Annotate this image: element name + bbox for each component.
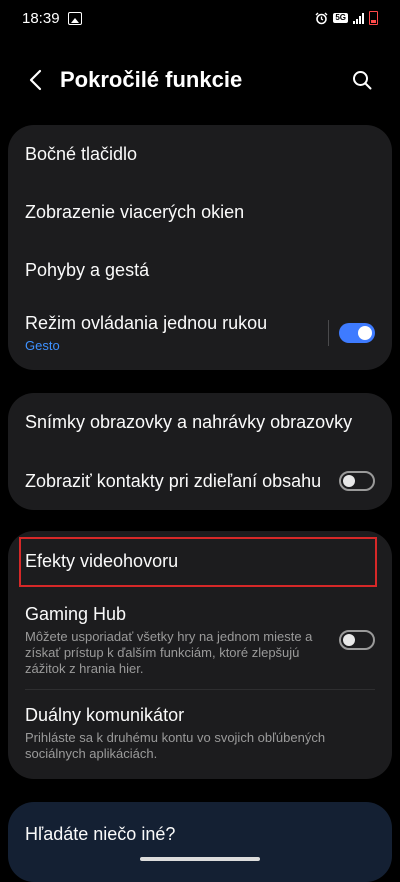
header: Pokročilé funkcie: [0, 58, 400, 102]
show-contacts-toggle[interactable]: [339, 470, 375, 491]
item-label: Duálny komunikátor: [25, 705, 185, 725]
signal-icon: [353, 12, 364, 24]
gaming-hub-toggle[interactable]: [339, 630, 375, 650]
item-motions-gestures[interactable]: Pohyby a gestá: [8, 241, 392, 299]
item-description: Môžete usporiadať všetky hry na jednom m…: [25, 629, 313, 676]
settings-group-2: Snímky obrazovky a nahrávky obrazovky Zo…: [8, 393, 392, 510]
item-label: Zobrazenie viacerých okien: [25, 202, 245, 222]
item-label: Režim ovládania jednou rukou: [25, 313, 268, 333]
back-button[interactable]: [14, 58, 58, 102]
item-label: Gaming Hub: [25, 604, 127, 624]
item-side-button[interactable]: Bočné tlačidlo: [8, 125, 392, 183]
one-handed-mode-toggle[interactable]: [339, 323, 375, 343]
item-screenshots-recordings[interactable]: Snímky obrazovky a nahrávky obrazovky: [8, 393, 392, 451]
alarm-icon: [315, 12, 328, 24]
item-description: Prihláste sa k druhému kontu vo svojich …: [25, 730, 326, 761]
item-video-call-effects[interactable]: Efekty videohovoru: [8, 531, 392, 591]
vertical-divider: [328, 320, 329, 346]
search-button[interactable]: [340, 58, 384, 102]
battery-icon: [369, 11, 378, 25]
gallery-icon: [67, 11, 82, 25]
network-badge: 5G: [333, 13, 348, 23]
settings-group-1: Bočné tlačidlo Zobrazenie viacerých okie…: [8, 125, 392, 370]
item-label: Snímky obrazovky a nahrávky obrazovky: [25, 412, 353, 432]
item-multi-window[interactable]: Zobrazenie viacerých okien: [8, 183, 392, 241]
status-bar: 18:39 5G: [0, 0, 400, 36]
item-label: Bočné tlačidlo: [25, 144, 138, 164]
status-right: 5G: [315, 11, 378, 25]
back-arrow-icon: [29, 69, 42, 91]
settings-group-3: Efekty videohovoru Gaming Hub Môžete usp…: [8, 531, 392, 779]
item-dual-messenger[interactable]: Duálny komunikátor Prihláste sa k druhém…: [8, 690, 392, 776]
item-label: Pohyby a gestá: [25, 260, 150, 280]
item-gaming-hub[interactable]: Gaming Hub Môžete usporiadať všetky hry …: [8, 591, 392, 689]
status-time: 18:39: [22, 9, 60, 27]
home-indicator[interactable]: [140, 857, 260, 861]
item-label: Zobraziť kontakty pri zdieľaní obsahu: [25, 470, 322, 491]
looking-for-something-else-card[interactable]: Hľadáte niečo iné?: [8, 802, 392, 882]
item-show-contacts-sharing[interactable]: Zobraziť kontakty pri zdieľaní obsahu: [8, 451, 392, 510]
item-one-handed-mode[interactable]: Režim ovládania jednou rukou Gesto: [8, 299, 392, 367]
search-icon: [353, 71, 372, 90]
item-label: Efekty videohovoru: [25, 551, 179, 571]
page-title: Pokročilé funkcie: [60, 67, 243, 92]
item-sublabel: Gesto: [25, 338, 60, 353]
looking-for-label: Hľadáte niečo iné?: [25, 824, 176, 844]
status-left: 18:39: [22, 10, 82, 27]
